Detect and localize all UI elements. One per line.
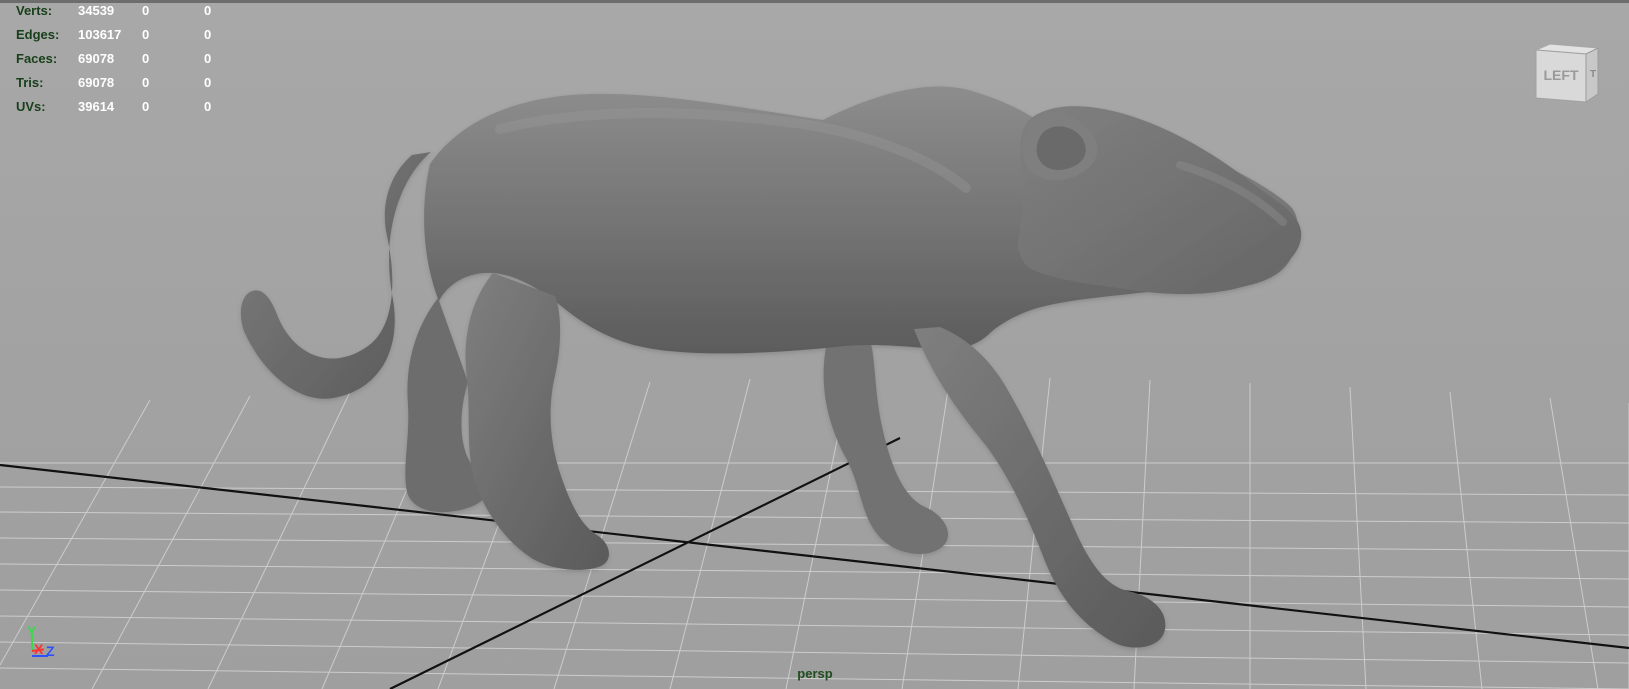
ground-axis-lines [0,437,1629,689]
axis-z-label: Z [46,643,55,659]
ground-grid [0,376,1629,689]
view-cube[interactable]: LEFT T [1532,42,1602,104]
panther-tail [240,152,431,399]
axis-indicator: Y X Z [24,624,64,664]
scene-canvas[interactable] [0,0,1629,689]
view-cube-label: LEFT [1544,67,1579,83]
view-cube-side-mark: T [1590,69,1596,80]
maya-viewport[interactable]: Verts: 34539 0 0 Edges: 103617 0 0 Faces… [0,0,1629,689]
axis-x-label: X [34,641,44,657]
camera-label: persp [797,666,833,681]
panther-model[interactable] [240,86,1302,648]
axis-y-label: Y [27,623,37,639]
panther-far-front-leg [823,338,949,555]
